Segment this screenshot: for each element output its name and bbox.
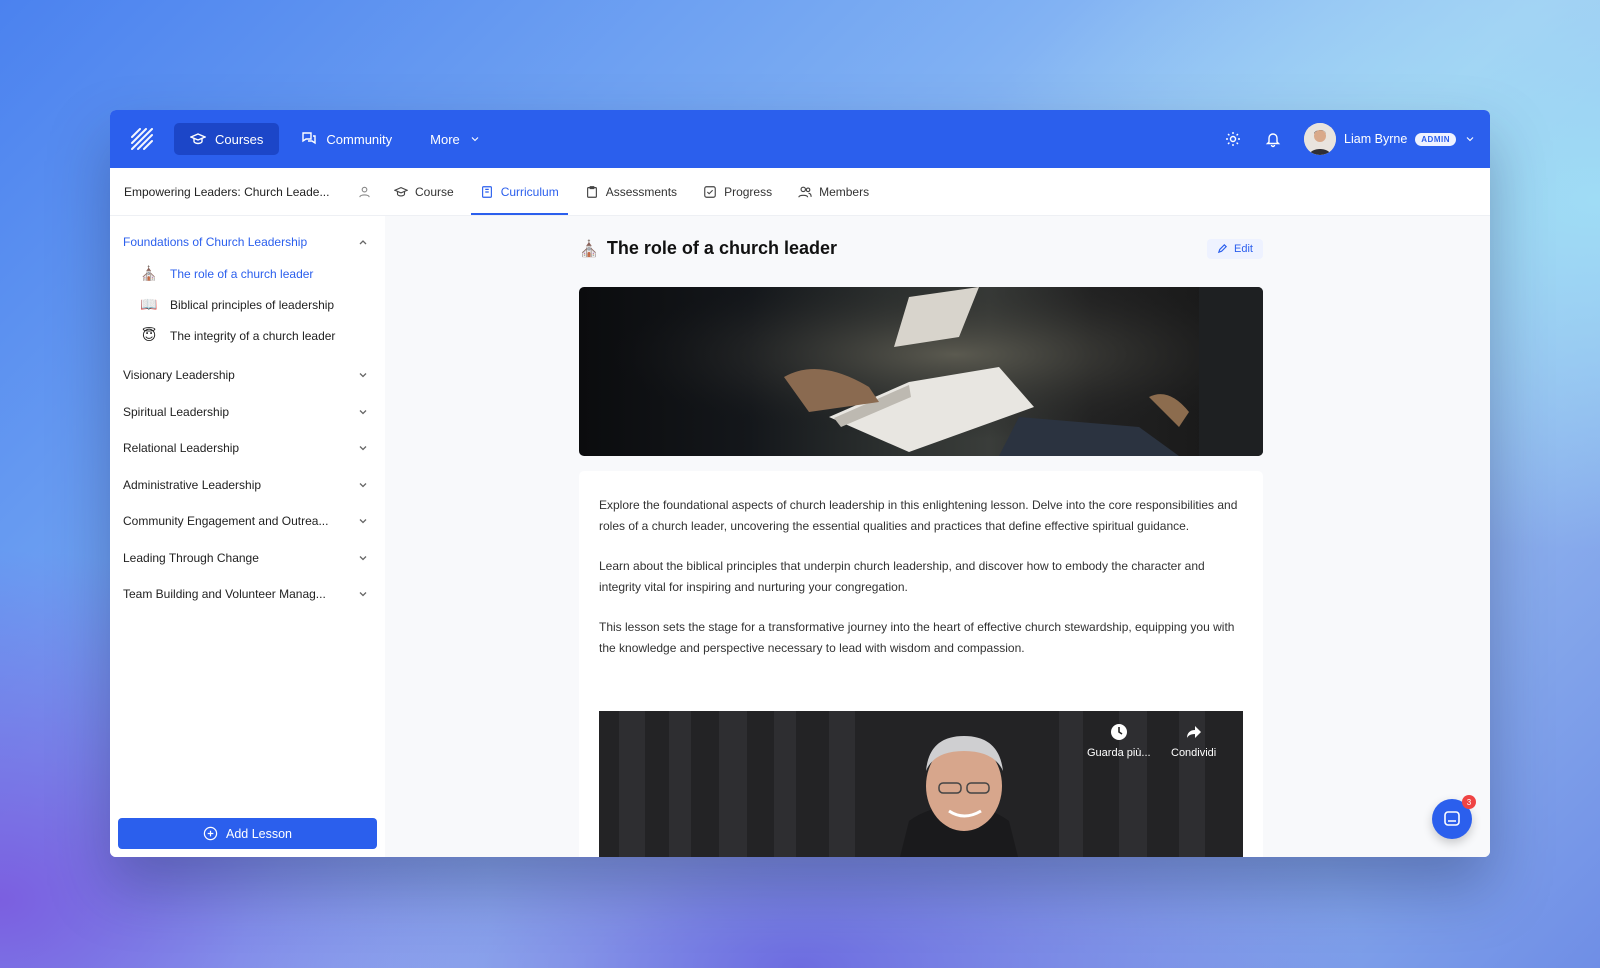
section-label: Spiritual Leadership [123,404,230,419]
plus-circle-icon [203,826,218,841]
lesson-header: ⛪ The role of a church leader Edit [579,238,1263,259]
app-window: Courses Community More Liam Byrne ADMIN [110,110,1490,857]
course-tabs: Course Curriculum Assessments Progress M… [385,168,886,215]
user-name: Liam Byrne [1344,132,1408,146]
chat-bubbles-icon [302,132,317,145]
chevron-down-icon [359,446,367,451]
share-label: Condividi [1171,747,1217,759]
chevron-down-icon [359,555,367,561]
checkbox-icon [704,185,716,198]
section-team-building[interactable]: Team Building and Volunteer Manag... [110,576,385,613]
section-label: Leading Through Change [123,550,259,565]
chevron-down-icon [359,592,367,597]
section-label: Community Engagement and Outrea... [123,514,329,529]
section-visionary[interactable]: Visionary Leadership [110,357,385,394]
course-title: Empowering Leaders: Church Leade... [110,185,385,199]
section-foundations[interactable]: Foundations of Church Leadership [110,226,385,258]
section-spiritual[interactable]: Spiritual Leadership [110,394,385,431]
course-subbar: Empowering Leaders: Church Leade... Cour… [110,168,1490,216]
section-administrative[interactable]: Administrative Leadership [110,467,385,504]
nav-courses-button[interactable]: Courses [174,123,280,155]
lesson-main: ⛪ The role of a church leader Edit Explo… [385,216,1490,857]
chevron-down-icon [359,482,367,488]
section-community-engagement[interactable]: Community Engagement and Outrea... [110,503,385,540]
halo-face-icon: 😇 [141,327,157,343]
chevron-down-icon [359,373,367,378]
edit-label: Edit [1234,242,1253,255]
share-control[interactable]: Condividi [1171,723,1216,759]
nav-courses-label: Courses [215,131,264,147]
tab-members[interactable]: Members [789,168,878,215]
church-icon: ⛪ [579,240,599,258]
clipboard-icon [586,185,597,198]
clock-icon [1110,724,1127,740]
lesson-cover-image [579,287,1263,456]
tab-curriculum-label: Curriculum [500,184,559,199]
tab-course[interactable]: Course [385,168,463,215]
users-icon [798,186,812,197]
chat-icon [1444,811,1460,826]
nav-community-button[interactable]: Community [285,123,408,155]
chevron-down-icon [1466,137,1474,142]
chevron-down-icon [359,409,367,415]
tab-curriculum[interactable]: Curriculum [470,168,568,215]
section-label: Administrative Leadership [123,477,262,492]
pencil-icon [1217,243,1228,254]
lesson-paragraph: Learn about the biblical principles that… [599,559,1205,594]
avatar [1304,123,1337,155]
lesson-label: Biblical principles of leadership [170,297,335,312]
add-lesson-label: Add Lesson [225,826,293,841]
graduation-cap-icon [190,133,206,145]
top-navbar: Courses Community More Liam Byrne ADMIN [110,110,1490,168]
curriculum-sidebar: Foundations of Church Leadership ⛪ The r… [110,216,385,857]
graduation-cap-icon [394,186,408,197]
settings-icon[interactable] [1224,130,1242,148]
chevron-up-icon [359,240,367,245]
tab-assessments-label: Assessments [605,184,678,199]
edit-button[interactable]: Edit [1207,238,1263,259]
section-label: Team Building and Volunteer Manag... [123,587,326,602]
user-menu[interactable]: Liam Byrne ADMIN [1304,123,1476,155]
section-leading-change[interactable]: Leading Through Change [110,540,385,577]
nav-more-label: More [430,131,460,147]
lesson-item-biblical[interactable]: 📖 Biblical principles of leadership [110,289,385,320]
section-relational[interactable]: Relational Leadership [110,430,385,467]
user-icon[interactable] [358,185,371,198]
section-label: Foundations of Church Leadership [123,235,308,249]
embedded-video[interactable]: Guarda più... Condividi [599,711,1243,857]
chevron-down-icon [471,137,479,142]
admin-badge: ADMIN [1415,132,1456,146]
nav-more-button[interactable]: More [414,123,497,155]
book-icon [481,185,492,198]
chat-launcher-button[interactable]: 3 [1432,795,1476,839]
bell-icon[interactable] [1264,130,1282,148]
page-title: The role of a church leader [606,238,837,258]
tab-assessments[interactable]: Assessments [576,168,686,215]
section-label: Relational Leadership [123,441,240,456]
logo-icon[interactable] [128,125,156,153]
lesson-paragraph: This lesson sets the stage for a transfo… [599,620,1235,655]
lesson-item-role[interactable]: ⛪ The role of a church leader [110,258,385,289]
lesson-label: The role of a church leader [170,266,314,281]
section-label: Visionary Leadership [123,368,235,383]
tab-progress-label: Progress [724,184,773,199]
chevron-down-icon [359,519,367,524]
tab-course-label: Course [415,184,454,199]
lesson-content: Explore the foundational aspects of chur… [579,471,1263,857]
watch-later-label: Guarda più... [1087,747,1151,759]
watch-later-control[interactable]: Guarda più... [1087,723,1151,759]
notification-badge: 3 [1462,795,1476,809]
church-icon: ⛪ [140,265,158,281]
lesson-paragraph: Explore the foundational aspects of chur… [599,498,1238,533]
add-lesson-button[interactable]: Add Lesson [118,818,377,849]
nav-community-label: Community [326,131,393,147]
share-arrow-icon [1186,726,1201,738]
tab-members-label: Members [819,184,870,199]
tab-progress[interactable]: Progress [694,168,781,215]
lesson-label: The integrity of a church leader [170,328,336,343]
open-book-icon: 📖 [140,296,158,312]
course-title-text: Empowering Leaders: Church Leade... [124,184,330,199]
lesson-item-integrity[interactable]: 😇 The integrity of a church leader [110,320,385,351]
